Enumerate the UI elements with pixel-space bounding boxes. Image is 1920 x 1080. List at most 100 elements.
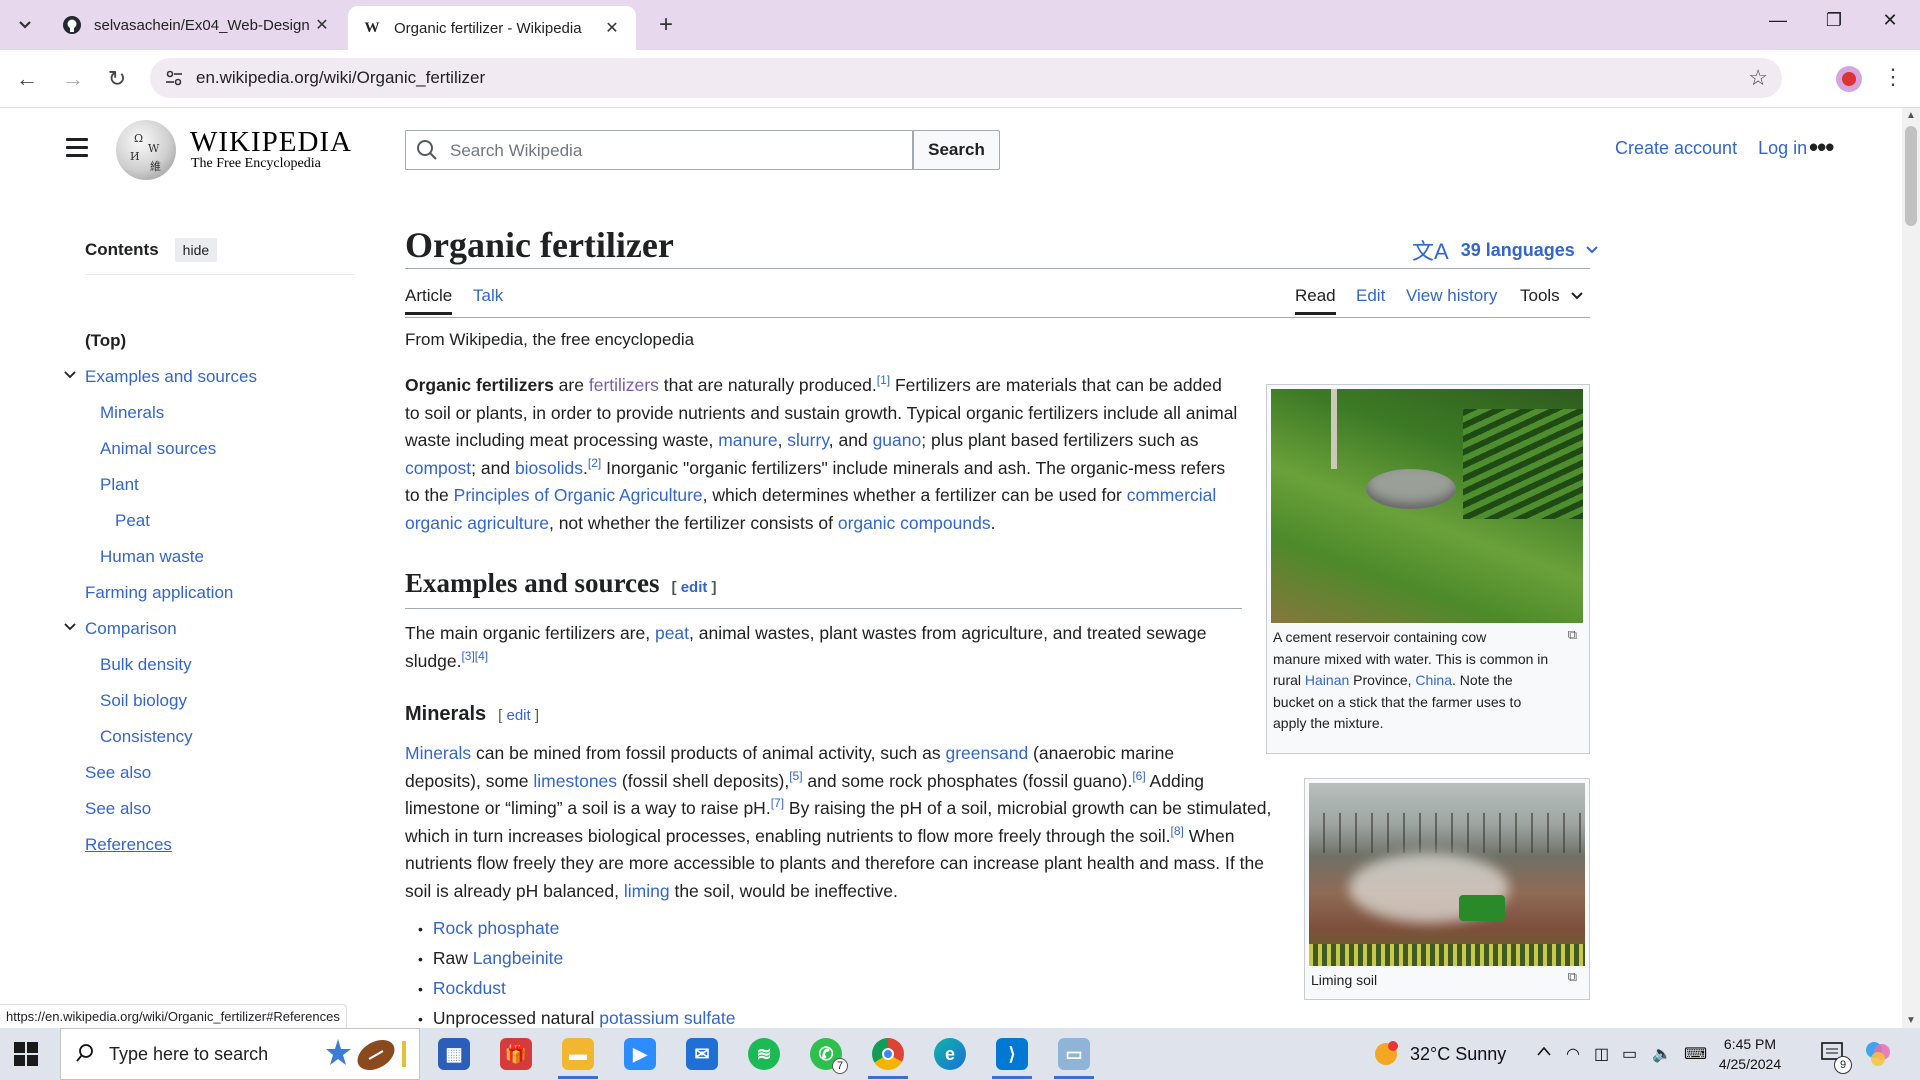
toc-item-minerals[interactable]: Minerals [100, 403, 164, 423]
ref-2[interactable]: [2] [588, 456, 601, 470]
link-langbeinite[interactable]: Langbeinite [473, 948, 564, 968]
link-rock-phosphate[interactable]: Rock phosphate [433, 918, 559, 938]
link-rockdust[interactable]: Rockdust [433, 978, 506, 998]
wifi-icon[interactable]: ◠ [1566, 1044, 1580, 1064]
close-icon[interactable]: ✕ [602, 18, 622, 38]
page-scrollbar[interactable]: ▲ ▼ [1902, 108, 1920, 1028]
scroll-up-icon[interactable]: ▲ [1906, 110, 1916, 121]
mail-icon[interactable]: ✉ [686, 1038, 718, 1070]
link-minerals[interactable]: Minerals [405, 743, 471, 763]
enlarge-icon[interactable]: ⧉ [1568, 969, 1577, 985]
toc-item-soil-biology[interactable]: Soil biology [100, 691, 187, 711]
link-limestones[interactable]: limestones [533, 771, 617, 791]
edit-section-link[interactable]: [ edit ] [672, 579, 717, 596]
link-china[interactable]: China [1415, 672, 1452, 688]
link-peat[interactable]: peat [655, 623, 689, 643]
bookmark-star-icon[interactable]: ☆ [1748, 65, 1768, 91]
ref-6[interactable]: [6] [1132, 769, 1145, 783]
profile-avatar[interactable] [1836, 66, 1862, 92]
wikipedia-wordmark[interactable]: WIKIPEDIA [190, 126, 352, 159]
tab-read[interactable]: Read [1295, 286, 1336, 315]
toc-item-peat[interactable]: Peat [115, 511, 150, 531]
link-slurry[interactable]: slurry [787, 430, 828, 450]
volume-icon[interactable]: 🔈 [1652, 1044, 1672, 1064]
meet-now-icon[interactable]: ◫ [1594, 1044, 1609, 1064]
main-menu-icon[interactable] [66, 138, 88, 157]
tab-wikipedia[interactable]: W Organic fertilizer - Wikipedia ✕ [348, 6, 636, 50]
toc-item-see-also[interactable]: See also [85, 763, 151, 783]
tab-github[interactable]: selvasachein/Ex04_Web-Design ✕ [48, 6, 346, 44]
toc-item-consistency[interactable]: Consistency [100, 727, 193, 747]
link-organic-agriculture[interactable]: organic agriculture [405, 513, 549, 533]
refs-3-4[interactable]: [3][4] [461, 649, 488, 663]
create-account-link[interactable]: Create account [1615, 138, 1737, 158]
close-window-icon[interactable]: ✕ [1870, 10, 1910, 31]
ref-8[interactable]: [8] [1171, 824, 1184, 838]
toc-item-examples[interactable]: Examples and sources [85, 367, 257, 387]
weather-icon[interactable] [1372, 1040, 1400, 1073]
enlarge-icon[interactable]: ⧉ [1568, 627, 1577, 643]
link-fertilizers[interactable]: fertilizers [589, 375, 659, 395]
windows-start-icon[interactable] [14, 1042, 38, 1066]
tab-article[interactable]: Article [405, 286, 453, 315]
search-input[interactable] [450, 139, 900, 163]
ref-5[interactable]: [5] [789, 769, 802, 783]
wikipedia-globe-logo[interactable]: ΩWИ維 [116, 120, 176, 180]
link-hainan[interactable]: Hainan [1305, 672, 1349, 688]
spotify-icon[interactable]: ≋ [748, 1038, 780, 1070]
tab-search-chevron-icon[interactable] [12, 12, 38, 38]
edge-icon[interactable]: e [934, 1038, 966, 1070]
toc-item-comparison[interactable]: Comparison [85, 619, 177, 639]
link-organic-compounds[interactable]: organic compounds [838, 513, 991, 533]
link-commercial[interactable]: commercial [1127, 485, 1216, 505]
link-manure[interactable]: manure [718, 430, 777, 450]
toc-item-see-also[interactable]: See also [85, 799, 151, 819]
reload-icon[interactable]: ↻ [104, 66, 130, 92]
chrome-icon[interactable] [872, 1038, 904, 1070]
edit-section-link[interactable]: [ edit ] [498, 707, 539, 724]
toc-item-references[interactable]: References [85, 835, 172, 855]
toc-collapse-chevron-icon[interactable] [63, 620, 77, 635]
link-potassium-sulfate[interactable]: potassium sulfate [599, 1008, 735, 1028]
tab-edit[interactable]: Edit [1356, 286, 1385, 306]
toc-collapse-chevron-icon[interactable] [63, 368, 77, 383]
toc-hide-button[interactable]: hide [174, 238, 218, 262]
forward-icon[interactable]: → [60, 66, 86, 92]
microsoft-store-icon[interactable]: ▦ [438, 1038, 470, 1070]
minimize-icon[interactable]: — [1758, 10, 1798, 31]
ref-7[interactable]: [7] [771, 796, 784, 810]
liming-soil-photo[interactable] [1309, 783, 1585, 966]
log-in-link[interactable]: Log in [1758, 138, 1807, 158]
browser-menu-icon[interactable]: ⋮ [1882, 64, 1904, 90]
scrollbar-thumb[interactable] [1905, 126, 1917, 226]
close-icon[interactable]: ✕ [312, 15, 332, 35]
tray-chevron-up-icon[interactable] [1536, 1044, 1552, 1062]
toc-item-farming-application[interactable]: Farming application [85, 583, 233, 603]
toc-item-human-waste[interactable]: Human waste [100, 547, 204, 567]
file-explorer-icon[interactable]: ▬ [562, 1038, 594, 1070]
tab-talk[interactable]: Talk [473, 286, 503, 306]
app-icon[interactable]: ▭ [1058, 1038, 1090, 1070]
system-clock[interactable]: 6:45 PM 4/25/2024 [1700, 1034, 1800, 1074]
search-button[interactable]: Search [913, 130, 1000, 170]
toc-item-bulk-density[interactable]: Bulk density [100, 655, 192, 675]
languages-button[interactable]: 文A 39 languages [1412, 234, 1599, 266]
link-greensand[interactable]: greensand [945, 743, 1028, 763]
battery-icon[interactable]: ▭ [1622, 1044, 1637, 1064]
site-info-icon[interactable] [164, 68, 184, 88]
toc-item-animal-sources[interactable]: Animal sources [100, 439, 216, 459]
reservoir-photo[interactable] [1271, 389, 1583, 623]
url-text[interactable]: en.wikipedia.org/wiki/Organic_fertilizer [196, 68, 485, 88]
edit-link[interactable]: edit [507, 707, 531, 724]
edit-link[interactable]: edit [681, 579, 708, 596]
vscode-icon[interactable]: ⟩ [996, 1038, 1028, 1070]
link-compost[interactable]: compost [405, 458, 471, 478]
back-icon[interactable]: ← [14, 66, 40, 92]
scroll-down-icon[interactable]: ▼ [1906, 1015, 1916, 1026]
new-tab-button[interactable]: + [652, 12, 680, 40]
toc-item-plant[interactable]: Plant [100, 475, 139, 495]
more-options-icon[interactable]: ••• [1809, 132, 1834, 163]
link-biosolids[interactable]: biosolids [515, 458, 583, 478]
ref-1[interactable]: [1] [877, 373, 890, 387]
restore-icon[interactable]: ❐ [1814, 10, 1854, 31]
